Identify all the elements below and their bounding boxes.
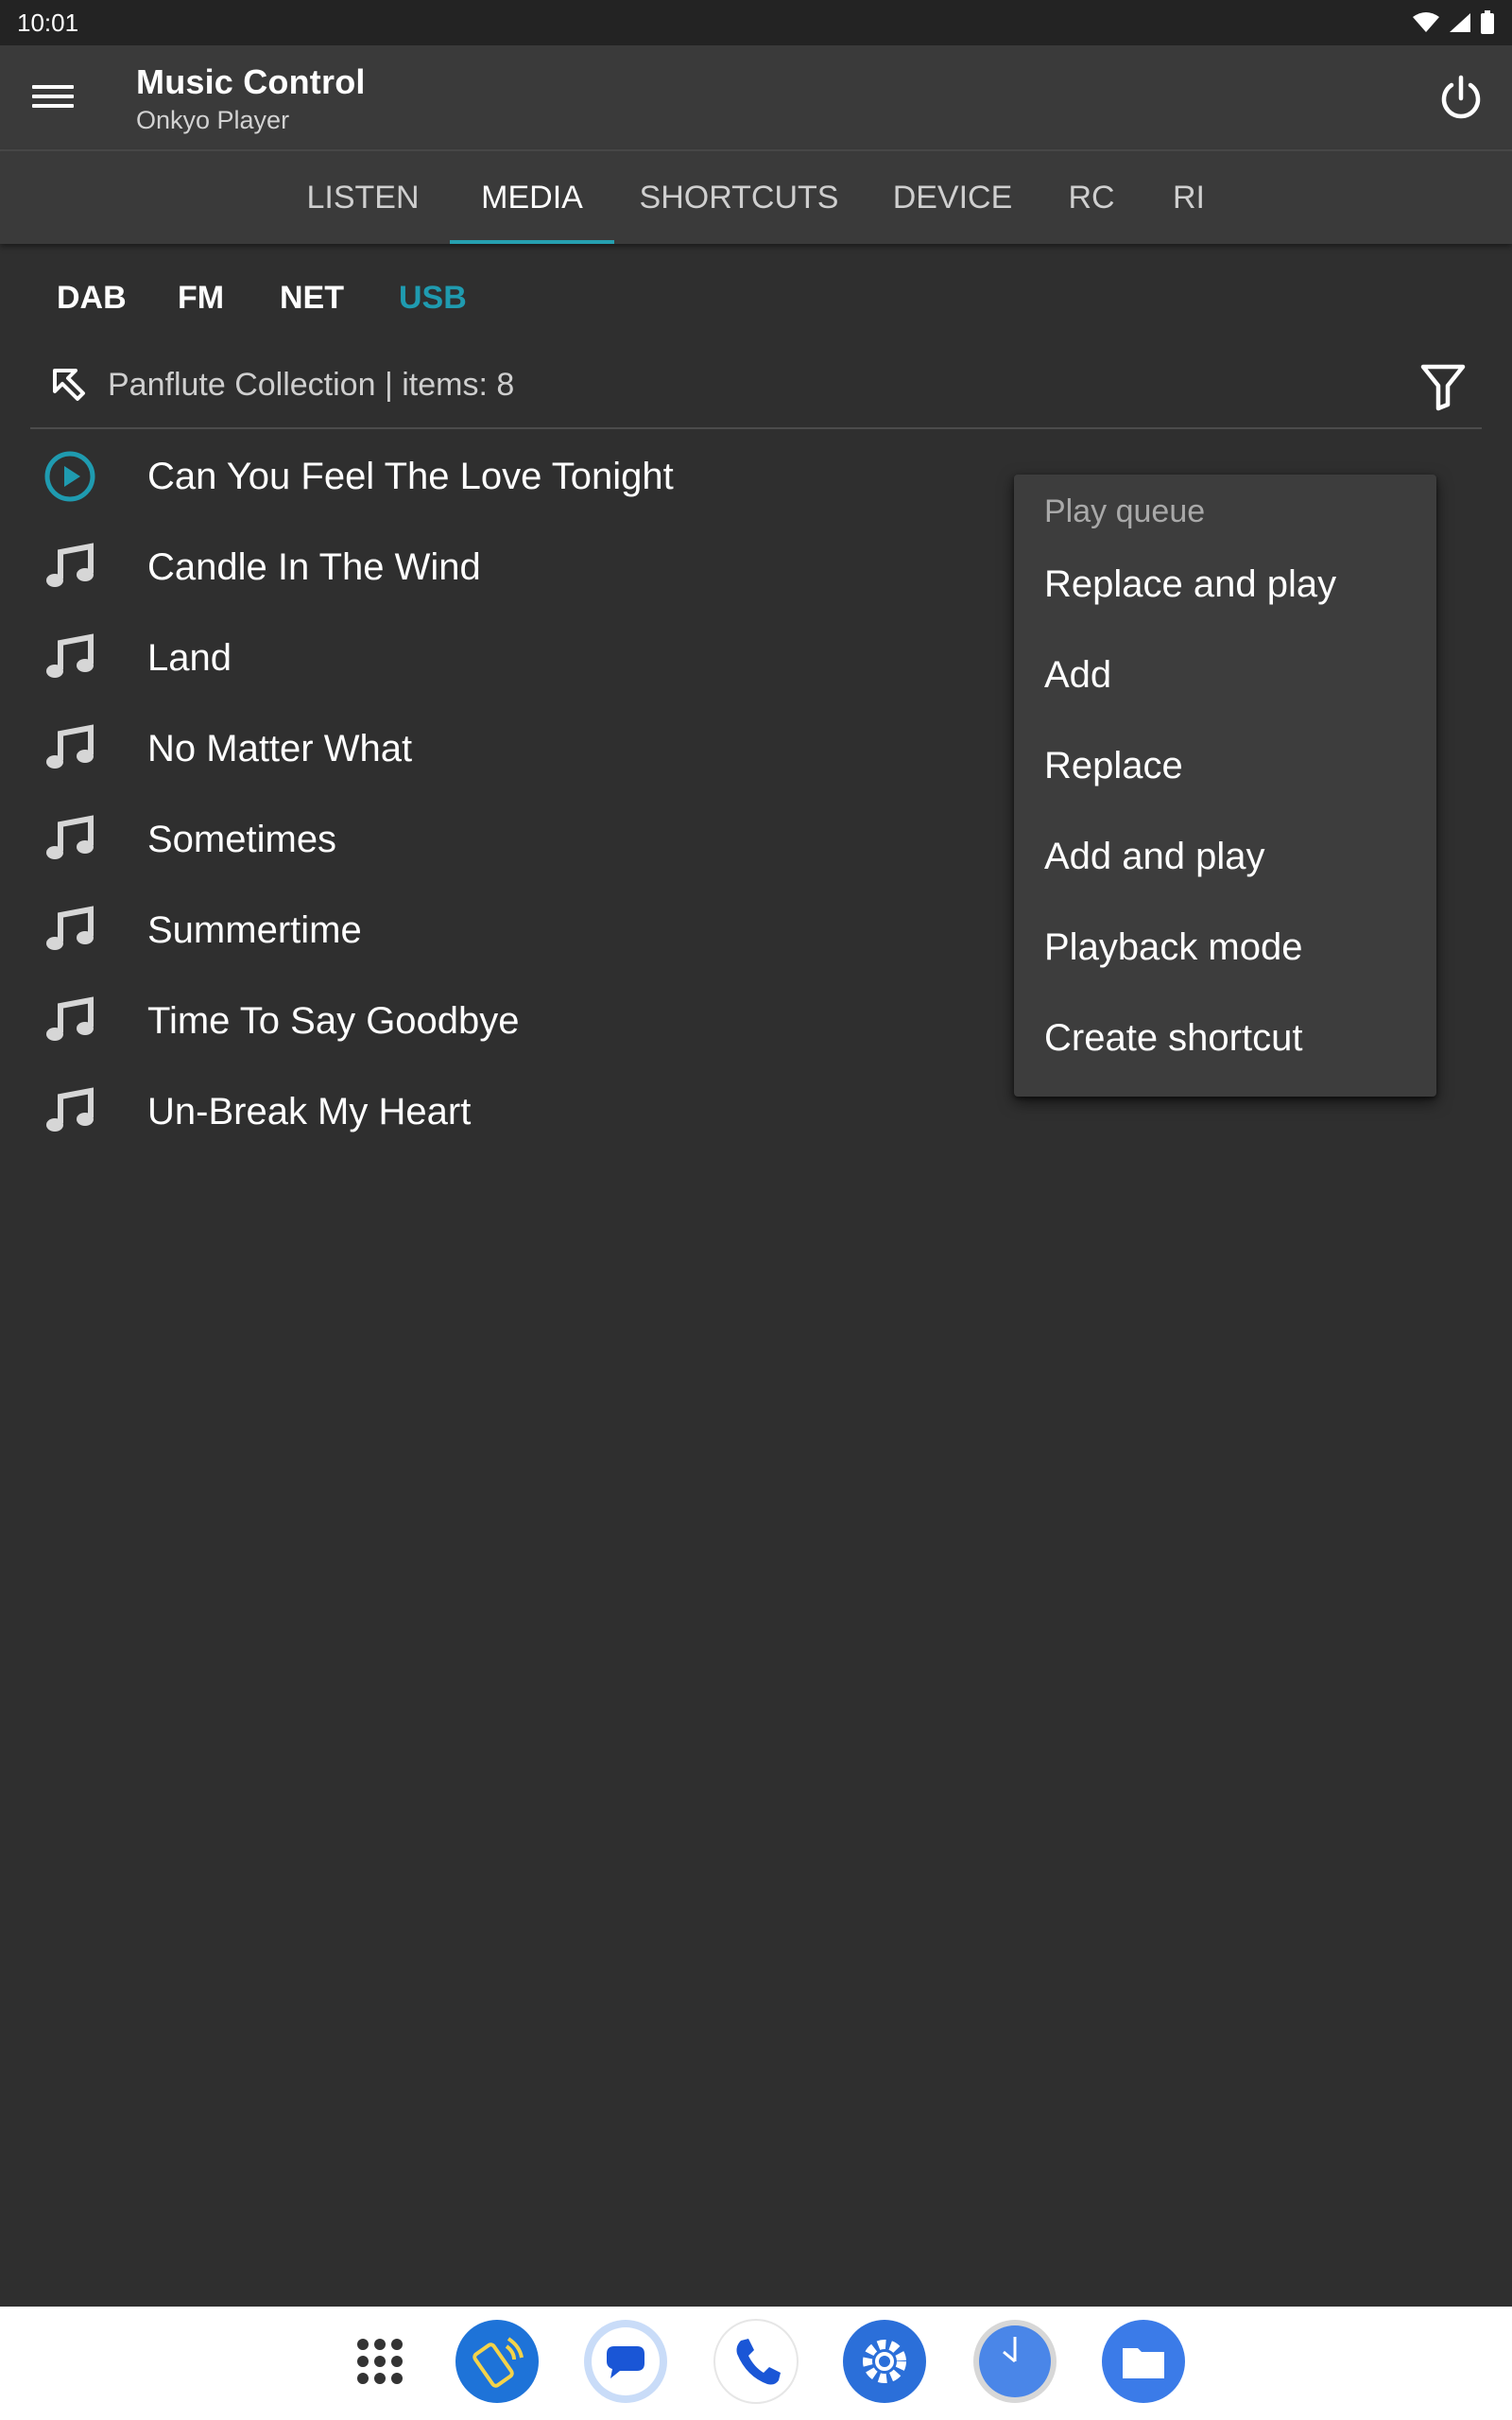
- track-title: Land: [147, 636, 232, 679]
- folder-path-label: Panflute Collection | items: 8: [108, 367, 515, 403]
- music-note-icon: [46, 543, 94, 587]
- play-circle-icon: [44, 451, 95, 502]
- menu-item-create-shortcut[interactable]: Create shortcut: [1044, 993, 1422, 1083]
- tab-media[interactable]: MEDIA: [450, 151, 614, 244]
- source-net[interactable]: NET: [280, 280, 344, 317]
- app-drawer-icon[interactable]: [336, 2318, 423, 2405]
- source-usb[interactable]: USB: [399, 280, 467, 317]
- messages-app-icon[interactable]: [582, 2318, 669, 2405]
- menu-item-replace[interactable]: Replace: [1044, 720, 1422, 811]
- app-bar: Music Control Onkyo Player: [0, 45, 1512, 151]
- status-time: 10:01: [17, 8, 79, 37]
- menu-item-add[interactable]: Add: [1044, 630, 1422, 720]
- menu-item-playback-mode[interactable]: Playback mode: [1044, 902, 1422, 993]
- track-title: No Matter What: [147, 727, 413, 769]
- music-note-icon: [46, 724, 94, 769]
- menu-item-replace-and-play[interactable]: Replace and play: [1044, 539, 1422, 630]
- app-subtitle: Onkyo Player: [136, 106, 290, 134]
- cellular-signal-icon: [1450, 13, 1470, 32]
- app-title: Music Control: [136, 62, 366, 101]
- wifi-icon: [1413, 12, 1439, 32]
- track-title: Summertime: [147, 908, 362, 951]
- power-icon[interactable]: [1435, 72, 1487, 125]
- source-fm[interactable]: FM: [178, 280, 224, 317]
- tab-shortcuts[interactable]: SHORTCUTS: [626, 151, 852, 244]
- clock-app-icon[interactable]: [971, 2318, 1058, 2405]
- battery-icon: [1481, 10, 1494, 34]
- track-title: Time To Say Goodbye: [147, 999, 520, 1042]
- menu-item-add-and-play[interactable]: Add and play: [1044, 811, 1422, 902]
- folder-up-icon[interactable]: [47, 365, 89, 406]
- system-icons: [1412, 10, 1495, 35]
- music-note-icon: [46, 906, 94, 950]
- menu-icon[interactable]: [32, 79, 74, 117]
- phone-app-icon[interactable]: [713, 2318, 799, 2405]
- screen: 10:01 Music Control Onkyo Player LISTEN …: [0, 0, 1512, 2420]
- tab-ri[interactable]: RI: [1155, 151, 1223, 244]
- filter-icon[interactable]: [1419, 361, 1467, 412]
- music-note-icon: [46, 1087, 94, 1132]
- main-tabs: LISTEN MEDIA SHORTCUTS DEVICE RC RI: [0, 151, 1512, 244]
- tab-rc[interactable]: RC: [1053, 151, 1130, 244]
- music-note-icon: [46, 815, 94, 859]
- menu-header: Play queue: [1044, 493, 1206, 529]
- tab-device[interactable]: DEVICE: [879, 151, 1026, 244]
- track-title: Candle In The Wind: [147, 545, 481, 588]
- tab-listen[interactable]: LISTEN: [291, 151, 435, 244]
- music-note-icon: [46, 996, 94, 1041]
- source-dab[interactable]: DAB: [57, 280, 127, 317]
- music-note-icon: [46, 633, 94, 678]
- remote-app-icon[interactable]: [454, 2318, 541, 2405]
- status-bar: 10:01: [0, 0, 1512, 45]
- track-title: Un-Break My Heart: [147, 1090, 472, 1132]
- track-title: Sometimes: [147, 818, 337, 860]
- track-title: Can You Feel The Love Tonight: [147, 455, 674, 497]
- files-app-icon[interactable]: [1100, 2318, 1187, 2405]
- folder-path-row: Panflute Collection | items: 8: [30, 352, 1482, 429]
- app-titles: Music Control Onkyo Player: [136, 62, 366, 135]
- settings-app-icon[interactable]: [841, 2318, 928, 2405]
- taskbar: [0, 2307, 1512, 2420]
- play-queue-menu: Play queue Replace and play Add Replace …: [1014, 475, 1436, 1097]
